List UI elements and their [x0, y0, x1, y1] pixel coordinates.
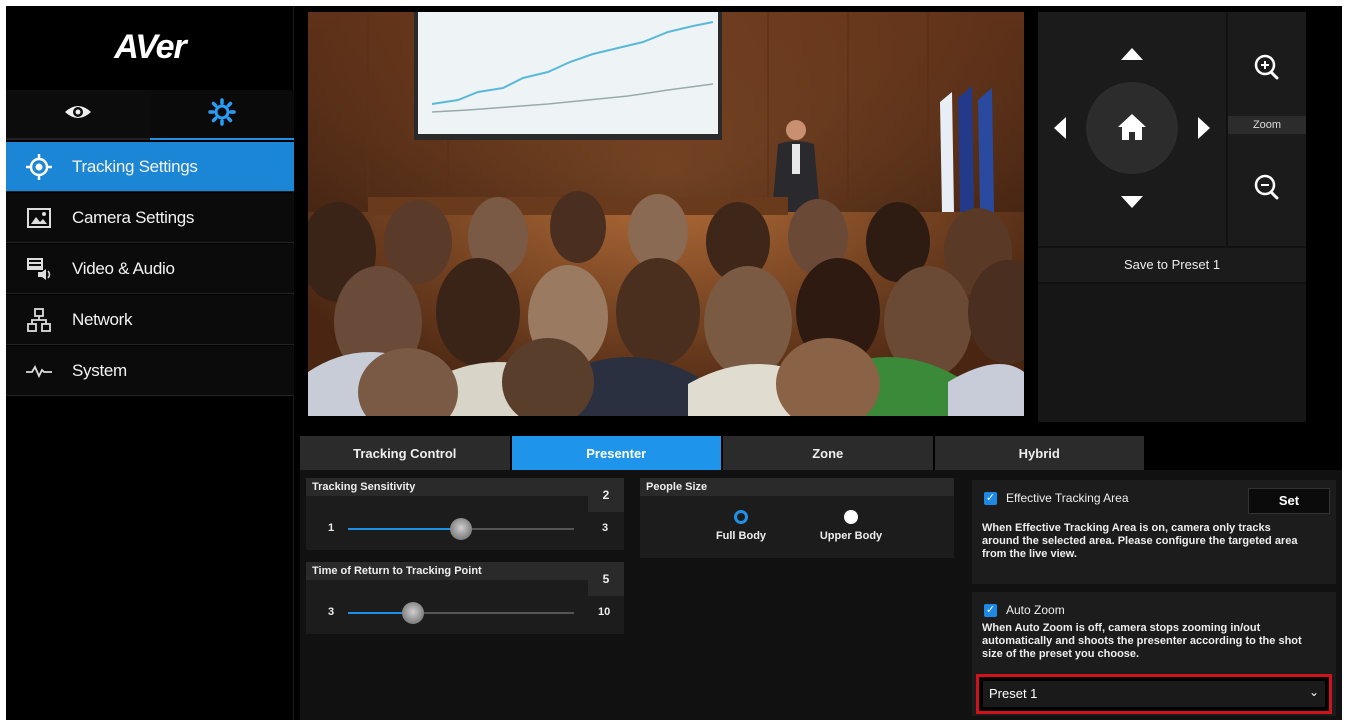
effective-area-desc-1: When Effective Tracking Area is on, came…: [982, 522, 1271, 534]
effective-area-desc-3: from the live view.: [982, 548, 1077, 560]
tracking-sensitivity-slider[interactable]: [348, 518, 574, 540]
mode-tabs: [6, 90, 294, 140]
zoom-label: Zoom: [1228, 116, 1306, 134]
return-time-value: 5: [588, 562, 624, 596]
ptz-control-panel: Zoom Save to Preset 1: [1038, 12, 1306, 422]
sidebar-item-camera-settings[interactable]: Camera Settings: [6, 193, 294, 243]
pulse-icon: [6, 364, 72, 378]
set-area-button[interactable]: Set: [1248, 488, 1330, 514]
slider-fill: [348, 528, 461, 530]
conference-photo: [308, 12, 1024, 416]
tracking-sensitivity-box: Tracking Sensitivity 2 1 3: [306, 478, 624, 550]
preset-dropdown-value: Preset 1: [983, 681, 1325, 707]
settings-tab[interactable]: [150, 90, 294, 140]
preset-dropdown[interactable]: Preset 1 ⌄: [976, 674, 1332, 714]
sidebar: AVer Tracking Settings Camera Settings V…: [6, 6, 294, 720]
live-view-video[interactable]: [308, 12, 1024, 416]
sidebar-item-tracking-settings[interactable]: Tracking Settings: [6, 142, 294, 192]
pan-up-arrow-icon[interactable]: [1121, 48, 1143, 60]
gear-icon: [208, 97, 236, 131]
effective-area-checkbox[interactable]: ✓: [984, 492, 997, 505]
crosshair-icon: [6, 153, 72, 180]
people-size-title: People Size: [640, 478, 954, 496]
sidebar-item-label: Video & Audio: [72, 258, 175, 278]
tab-tracking-control[interactable]: Tracking Control: [300, 436, 510, 470]
effective-tracking-area-box: ✓ Effective Tracking Area Set When Effec…: [972, 480, 1336, 584]
image-icon: [6, 207, 72, 228]
sidebar-item-network[interactable]: Network: [6, 295, 294, 345]
slider-min-label: 3: [328, 606, 335, 618]
upper-body-radio[interactable]: [844, 510, 858, 524]
auto-zoom-desc-2: automatically and shoots the presenter a…: [982, 635, 1302, 647]
network-icon: [6, 307, 72, 332]
tracking-sensitivity-title: Tracking Sensitivity: [306, 478, 588, 496]
ptz-blank-area: [1038, 284, 1306, 422]
auto-zoom-checkbox[interactable]: ✓: [984, 604, 997, 617]
auto-zoom-desc-3: size of the preset you choose.: [982, 648, 1140, 660]
zoom-out-icon[interactable]: [1254, 174, 1279, 200]
slider-max-label: 10: [598, 606, 611, 618]
slider-handle[interactable]: [401, 602, 424, 624]
sidebar-item-video-audio[interactable]: Video & Audio: [6, 244, 294, 294]
sidebar-item-label: Tracking Settings: [72, 156, 198, 176]
effective-area-desc-2: around the selected area. Please configu…: [982, 535, 1298, 547]
chevron-down-icon: ⌄: [1308, 685, 1319, 699]
return-time-slider[interactable]: [348, 602, 574, 624]
slider-min-label: 1: [328, 522, 335, 534]
tab-presenter[interactable]: Presenter: [511, 436, 721, 470]
logo-text: AVer: [114, 27, 187, 66]
zoom-in-icon[interactable]: [1254, 54, 1279, 80]
video-audio-icon: [6, 257, 72, 281]
upper-body-label: Upper Body: [819, 530, 883, 542]
sidebar-item-system[interactable]: System: [6, 346, 294, 396]
pan-down-arrow-icon[interactable]: [1121, 196, 1143, 208]
tracking-sensitivity-value: 2: [588, 478, 624, 512]
direction-pad: [1038, 12, 1226, 246]
auto-zoom-title: Auto Zoom: [1006, 603, 1065, 617]
sidebar-item-label: Camera Settings: [72, 207, 195, 227]
app-window: AVer Tracking Settings Camera Settings V…: [6, 6, 1342, 720]
return-time-box: Time of Return to Tracking Point 5 3 10: [306, 562, 624, 634]
live-view-tab[interactable]: [6, 90, 150, 140]
full-body-label: Full Body: [715, 530, 767, 542]
pan-left-arrow-icon[interactable]: [1054, 117, 1066, 139]
tab-hybrid[interactable]: Hybrid: [934, 436, 1144, 470]
people-size-box: People Size Full Body Upper Body: [640, 478, 954, 558]
tab-zone[interactable]: Zone: [723, 436, 933, 470]
sidebar-item-label: System: [72, 360, 127, 380]
slider-handle[interactable]: [450, 518, 472, 540]
auto-zoom-box: ✓ Auto Zoom When Auto Zoom is off, camer…: [972, 592, 1336, 716]
pan-right-arrow-icon[interactable]: [1198, 117, 1210, 139]
full-body-radio[interactable]: [734, 510, 748, 524]
eye-icon: [63, 102, 93, 127]
sidebar-item-label: Network: [72, 309, 133, 329]
presenter-panel: Tracking Sensitivity 2 1 3 Time of Retur…: [300, 470, 1342, 720]
effective-area-title: Effective Tracking Area: [1006, 491, 1129, 505]
return-time-title: Time of Return to Tracking Point: [306, 562, 588, 580]
auto-zoom-desc-1: When Auto Zoom is off, camera stops zoom…: [982, 622, 1261, 634]
tracking-tabs: Tracking Control Presenter Zone Hybrid: [300, 436, 1146, 470]
save-to-preset-button[interactable]: Save to Preset 1: [1038, 248, 1306, 282]
slider-max-label: 3: [602, 522, 609, 534]
brand-logo: AVer: [6, 6, 294, 88]
zoom-controls: Zoom: [1228, 12, 1306, 246]
